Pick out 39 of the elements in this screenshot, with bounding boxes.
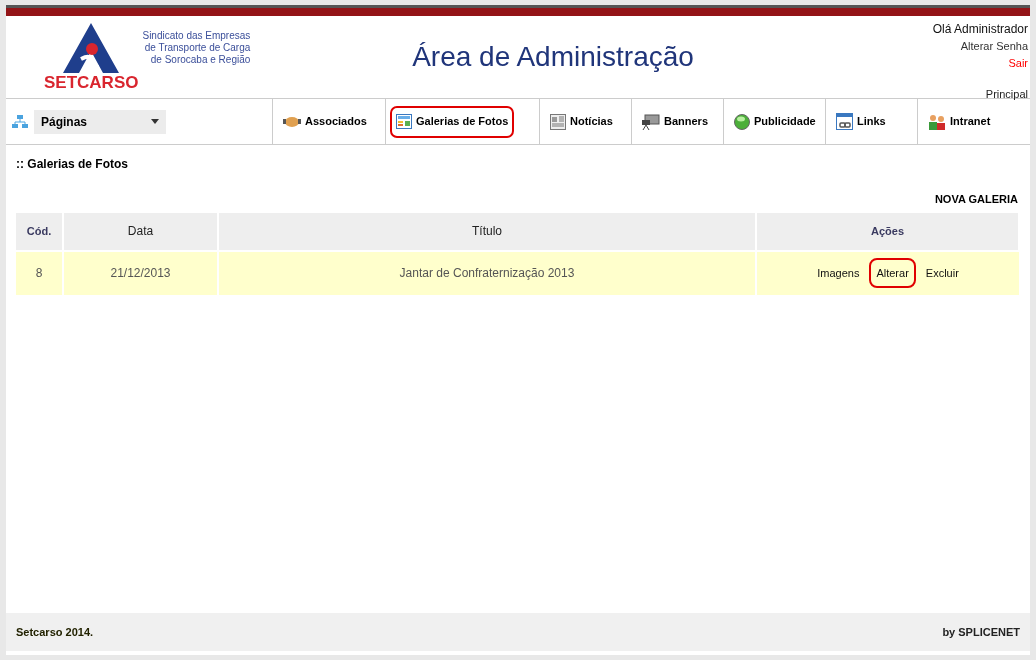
sitemap-icon (12, 114, 28, 129)
picture-frame-icon (396, 114, 412, 129)
caret-icon (151, 119, 159, 124)
table-cell: 8 (16, 250, 63, 295)
column-header: Ações (756, 212, 1019, 251)
link-window-icon (836, 113, 853, 130)
nav-tab[interactable]: Associados (277, 105, 373, 138)
action-link[interactable]: Excluir (921, 257, 963, 289)
new-gallery-link[interactable]: NOVA GALERIA (934, 191, 1018, 208)
nav-tab[interactable]: Links (830, 105, 892, 138)
pages-dropdown[interactable]: Páginas (34, 109, 166, 134)
footer-credit: by SPLICENET (942, 624, 1020, 640)
nav-tab[interactable]: Publicidade (728, 105, 822, 138)
nav-tab[interactable]: Intranet (922, 105, 997, 138)
table-cell: Jantar de Confraternização 2013 (218, 250, 756, 295)
table-cell: 21/12/2013 (63, 250, 218, 295)
section-title: :: Galerias de Fotos (16, 156, 130, 173)
change-password-link[interactable]: Alterar Senha (960, 39, 1028, 54)
ball-icon (734, 113, 750, 130)
breadcrumb: Principal (985, 87, 1028, 102)
handshake-icon (283, 115, 301, 128)
people-icon (928, 113, 946, 130)
logo-text: SETCARSO (44, 74, 139, 91)
newspaper-icon (550, 113, 566, 130)
logo-triangle-icon (63, 23, 120, 73)
column-header: Título (218, 212, 756, 251)
action-link[interactable]: Imagens (813, 257, 864, 289)
logo-tagline: Sindicato das Empresas de Transporte de Carga de Sorocaba e Região (142, 30, 251, 66)
footer-copyright: Setcarso 2014. (16, 624, 94, 640)
nav-tab[interactable]: Notícias (544, 105, 619, 138)
column-header: Cód. (16, 212, 63, 251)
logout-link[interactable]: Sair (1008, 56, 1028, 71)
nav-tab[interactable]: Galerias de Fotos (390, 105, 515, 138)
projector-screen-icon (642, 113, 660, 130)
column-header: Data (63, 212, 218, 251)
action-link[interactable]: Alterar (869, 257, 916, 289)
user-greeting: Olá Administrador (932, 22, 1028, 37)
page-title: Área de Administração (412, 40, 694, 74)
nav-tab[interactable]: Banners (636, 105, 715, 138)
